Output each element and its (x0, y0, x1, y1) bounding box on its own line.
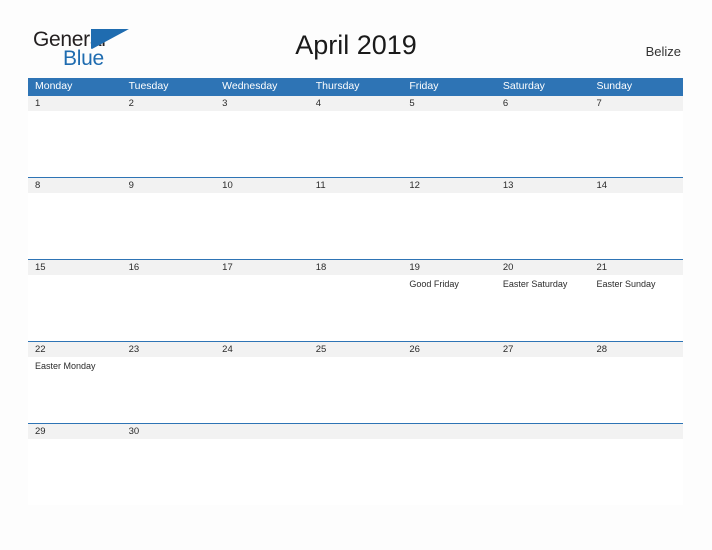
day-cell-events (28, 275, 122, 341)
holiday-easter-sunday: Easter Sunday (596, 279, 656, 289)
date-number[interactable]: 20 (496, 260, 590, 275)
day-cell-events (496, 357, 590, 423)
date-number[interactable]: 16 (122, 260, 216, 275)
date-number[interactable]: 26 (402, 342, 496, 357)
day-cell-events (28, 439, 122, 505)
week-row: 8 9 10 11 12 13 14 (28, 177, 683, 259)
event-band (28, 193, 683, 259)
day-cell-events (215, 357, 309, 423)
day-header-friday: Friday (409, 80, 439, 92)
date-number-band: 15 16 17 18 19 20 21 (28, 260, 683, 275)
day-header-wednesday: Wednesday (222, 80, 278, 92)
calendar-grid: Monday Tuesday Wednesday Thursday Friday… (28, 78, 683, 505)
date-number[interactable]: 6 (496, 96, 590, 111)
event-band (28, 111, 683, 177)
day-header-saturday: Saturday (502, 80, 545, 92)
date-number[interactable]: 10 (215, 178, 309, 193)
date-number[interactable]: 30 (122, 424, 216, 439)
date-number[interactable]: 14 (589, 178, 683, 193)
date-number[interactable]: 18 (309, 260, 403, 275)
day-of-week-header-row: Monday Tuesday Wednesday Thursday Friday… (28, 78, 683, 95)
day-cell-events (122, 193, 216, 259)
day-cell-events (496, 111, 590, 177)
day-cell-events (215, 439, 309, 505)
event-band: Easter Monday (28, 357, 683, 423)
day-cell-events (309, 111, 403, 177)
date-number-band: 1 2 3 4 5 6 7 (28, 96, 683, 111)
country-label: Belize (645, 44, 681, 59)
day-header-sunday: Sunday (596, 80, 633, 92)
day-header-tuesday: Tuesday (128, 80, 169, 92)
day-cell-events (122, 357, 216, 423)
date-number[interactable]: 13 (496, 178, 590, 193)
day-cell-events (309, 439, 403, 505)
date-number[interactable]: 19 (402, 260, 496, 275)
day-cell-events (496, 439, 590, 505)
date-number-empty (309, 424, 403, 439)
day-cell-events (309, 275, 403, 341)
event-band (28, 439, 683, 505)
day-cell-events (402, 439, 496, 505)
date-number[interactable]: 12 (402, 178, 496, 193)
date-number-band: 8 9 10 11 12 13 14 (28, 178, 683, 193)
week-row: 1 2 3 4 5 6 7 (28, 95, 683, 177)
date-number-empty (215, 424, 309, 439)
date-number[interactable]: 29 (28, 424, 122, 439)
date-number[interactable]: 23 (122, 342, 216, 357)
day-cell-events (402, 193, 496, 259)
day-header-monday: Monday (35, 80, 73, 92)
day-header-thursday: Thursday (315, 80, 360, 92)
day-cell-events (309, 357, 403, 423)
day-cell-events (496, 193, 590, 259)
day-cell-events (589, 193, 683, 259)
day-cell-events (215, 111, 309, 177)
day-cell-events (589, 111, 683, 177)
date-number[interactable]: 5 (402, 96, 496, 111)
page-title: April 2019 (295, 30, 417, 60)
day-cell-events (589, 357, 683, 423)
date-number[interactable]: 17 (215, 260, 309, 275)
date-number[interactable]: 11 (309, 178, 403, 193)
date-number-empty (402, 424, 496, 439)
date-number[interactable]: 25 (309, 342, 403, 357)
date-number[interactable]: 1 (28, 96, 122, 111)
date-number[interactable]: 15 (28, 260, 122, 275)
holiday-good-friday: Good Friday (409, 279, 459, 289)
date-number-empty (589, 424, 683, 439)
day-cell-events (402, 357, 496, 423)
date-number[interactable]: 8 (28, 178, 122, 193)
day-cell-events (589, 439, 683, 505)
calendar-page: General Blue April 2019 Belize Monday Tu… (0, 0, 712, 550)
day-cell-events (122, 275, 216, 341)
date-number[interactable]: 24 (215, 342, 309, 357)
holiday-easter-saturday: Easter Saturday (502, 279, 568, 289)
date-number[interactable]: 3 (215, 96, 309, 111)
date-number-empty (496, 424, 590, 439)
date-number[interactable]: 28 (589, 342, 683, 357)
day-cell-events (309, 193, 403, 259)
date-number-band: 22 23 24 25 26 27 28 (28, 342, 683, 357)
day-cell-events (215, 193, 309, 259)
day-cell-events (28, 111, 122, 177)
date-number[interactable]: 9 (122, 178, 216, 193)
page-header: General Blue April 2019 Belize (0, 0, 712, 69)
date-number[interactable]: 2 (122, 96, 216, 111)
date-number-band: 29 30 (28, 424, 683, 439)
day-cell-events (122, 439, 216, 505)
week-row: 22 23 24 25 26 27 28 Easter Monday (28, 341, 683, 423)
date-number[interactable]: 21 (589, 260, 683, 275)
day-cell-events (28, 193, 122, 259)
event-band: Good Friday Easter Saturday Easter Sunda… (28, 275, 683, 341)
week-row: 15 16 17 18 19 20 21 Good Friday Easter … (28, 259, 683, 341)
holiday-easter-monday: Easter Monday (35, 361, 96, 371)
date-number[interactable]: 4 (309, 96, 403, 111)
day-cell-events (122, 111, 216, 177)
date-number[interactable]: 7 (589, 96, 683, 111)
day-cell-events (215, 275, 309, 341)
day-cell-events (402, 111, 496, 177)
date-number[interactable]: 27 (496, 342, 590, 357)
week-row: 29 30 (28, 423, 683, 505)
date-number[interactable]: 22 (28, 342, 122, 357)
